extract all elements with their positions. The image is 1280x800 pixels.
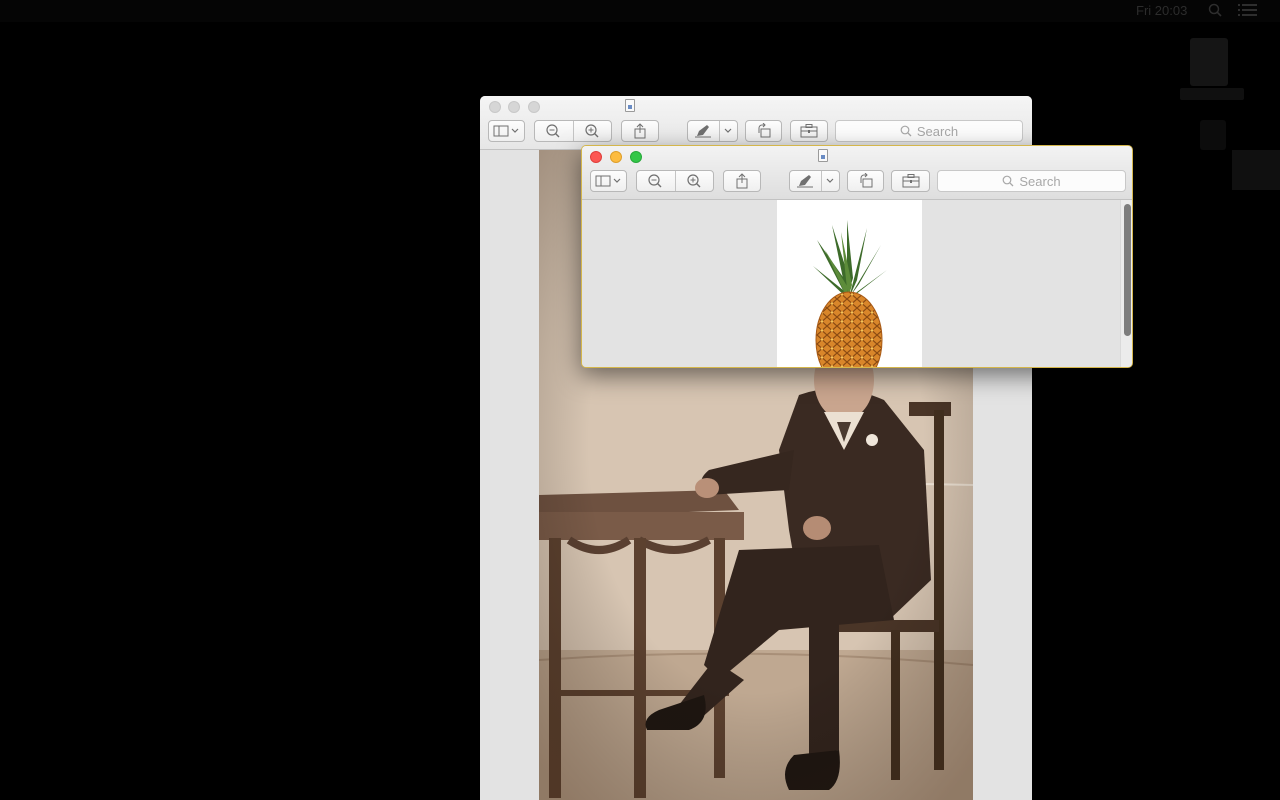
zoom-button[interactable]: [630, 151, 642, 163]
document-view[interactable]: [582, 200, 1132, 367]
pen-icon: [694, 125, 731, 138]
close-button[interactable]: [489, 101, 501, 113]
rotate-button[interactable]: [847, 170, 884, 192]
zoom-out-icon: [648, 174, 662, 188]
desktop: Fri 20:03 Search Search: [0, 0, 1280, 800]
pen-icon: [796, 175, 833, 188]
close-button[interactable]: [590, 151, 602, 163]
search-placeholder: Search: [916, 123, 959, 139]
toolbox-icon: [800, 124, 818, 138]
search-field[interactable]: Search: [937, 170, 1126, 192]
preview-window-front[interactable]: Search: [581, 145, 1133, 368]
toolbox-button[interactable]: [891, 170, 930, 192]
zoom-out-icon: [546, 124, 560, 138]
search-placeholder: Search: [1019, 173, 1061, 189]
window-toolbar: Search: [480, 96, 1032, 150]
desktop-file-icon[interactable]: [1190, 38, 1228, 86]
scrollbar-thumb[interactable]: [1124, 204, 1131, 336]
desktop-file-icon[interactable]: [1200, 120, 1226, 150]
document-proxy-icon[interactable]: [818, 149, 828, 162]
share-icon: [634, 123, 646, 139]
search-icon: [1002, 175, 1014, 187]
desktop-shadow: [1232, 150, 1280, 190]
sidebar-icon: [595, 175, 620, 187]
document-proxy-icon[interactable]: [625, 99, 635, 112]
menu-bar: Fri 20:03: [0, 0, 1280, 22]
share-button[interactable]: [723, 170, 761, 192]
markup-button[interactable]: [687, 120, 738, 142]
toolbox-button[interactable]: [790, 120, 828, 142]
zoom-controls: [534, 120, 612, 142]
sidebar-view-button[interactable]: [488, 120, 525, 142]
vertical-scrollbar[interactable]: [1120, 200, 1132, 367]
zoom-button[interactable]: [528, 101, 540, 113]
markup-button[interactable]: [789, 170, 840, 192]
rotate-button[interactable]: [745, 120, 782, 142]
rotate-icon: [758, 123, 770, 138]
minimize-button[interactable]: [610, 151, 622, 163]
search-field[interactable]: Search: [835, 120, 1023, 142]
sidebar-icon: [493, 125, 518, 137]
sidebar-view-button[interactable]: [590, 170, 627, 192]
rotate-icon: [860, 173, 872, 188]
notification-center-icon[interactable]: [1238, 3, 1260, 19]
minimize-button[interactable]: [508, 101, 520, 113]
spotlight-search-icon[interactable]: [1208, 3, 1224, 19]
desktop-file-label: [1180, 88, 1244, 100]
window-toolbar: Search: [582, 146, 1132, 200]
share-button[interactable]: [621, 120, 659, 142]
pineapple-image: [777, 200, 922, 367]
menu-bar-clock[interactable]: Fri 20:03: [1136, 3, 1187, 19]
search-icon: [900, 125, 912, 137]
share-icon: [736, 173, 748, 189]
zoom-in-icon: [687, 174, 701, 188]
zoom-in-icon: [585, 124, 599, 138]
zoom-controls: [636, 170, 714, 192]
toolbox-icon: [902, 174, 919, 188]
